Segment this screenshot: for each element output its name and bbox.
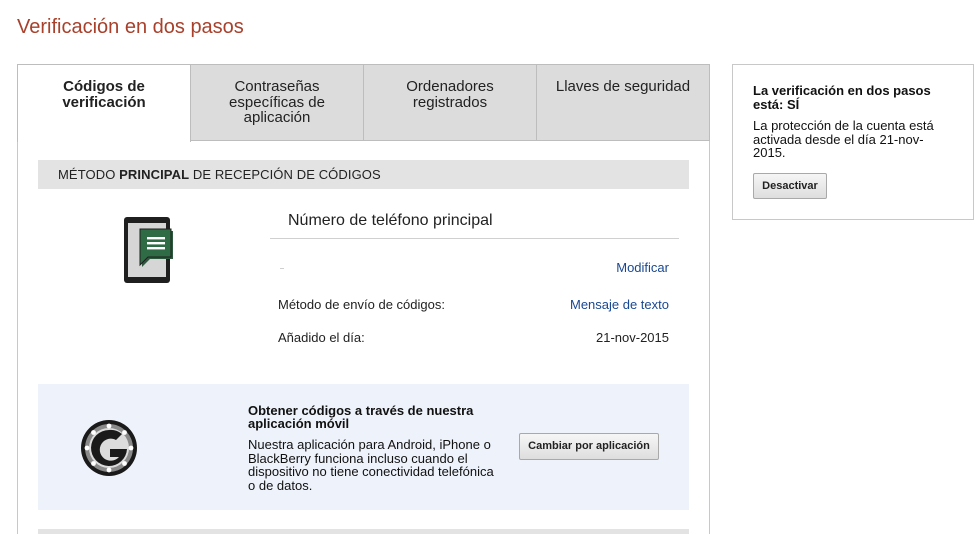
tab-registered-computers[interactable]: Ordenadores registrados [363, 64, 537, 141]
tab-app-passwords[interactable]: Contraseñas específicas de aplicación [190, 64, 364, 141]
header-suffix: DE RECEPCIÓN DE CÓDIGOS [189, 167, 381, 182]
modify-link[interactable]: Modificar [616, 260, 669, 275]
tab-bar: Códigos de verificación Contraseñas espe… [17, 64, 710, 142]
status-title: La verificación en dos pasos está: SÍ [753, 83, 931, 112]
next-section-header [38, 529, 689, 534]
tab-security-keys[interactable]: Llaves de seguridad [536, 64, 710, 141]
status-description: La protección de la cuenta está activada… [753, 118, 934, 160]
app-promo-description: Nuestra aplicación para Android, iPhone … [248, 437, 494, 493]
page-title: Verificación en dos pasos [17, 16, 244, 38]
added-date-value: 21-nov-2015 [596, 330, 669, 345]
primary-method-header: MÉTODO PRINCIPAL DE RECEPCIÓN DE CÓDIGOS [38, 160, 689, 189]
authenticator-g-icon [79, 418, 139, 478]
send-method-label: Método de envío de códigos: [278, 297, 445, 312]
header-prefix: MÉTODO [58, 167, 120, 182]
header-bold: PRINCIPAL [119, 167, 190, 182]
send-method-value[interactable]: Mensaje de texto [570, 297, 669, 312]
added-date-label: Añadido el día: [278, 330, 365, 345]
redacted-phone-number [280, 268, 284, 271]
phone-sms-icon [120, 215, 175, 285]
tab-verification-codes[interactable]: Códigos de verificación [17, 64, 191, 142]
app-promo-title: Obtener códigos a través de nuestra apli… [248, 403, 474, 431]
deactivate-button[interactable]: Desactivar [753, 173, 827, 199]
phone-title: Número de teléfono principal [288, 212, 493, 229]
switch-to-app-button[interactable]: Cambiar por aplicación [519, 433, 659, 460]
divider [270, 238, 679, 239]
